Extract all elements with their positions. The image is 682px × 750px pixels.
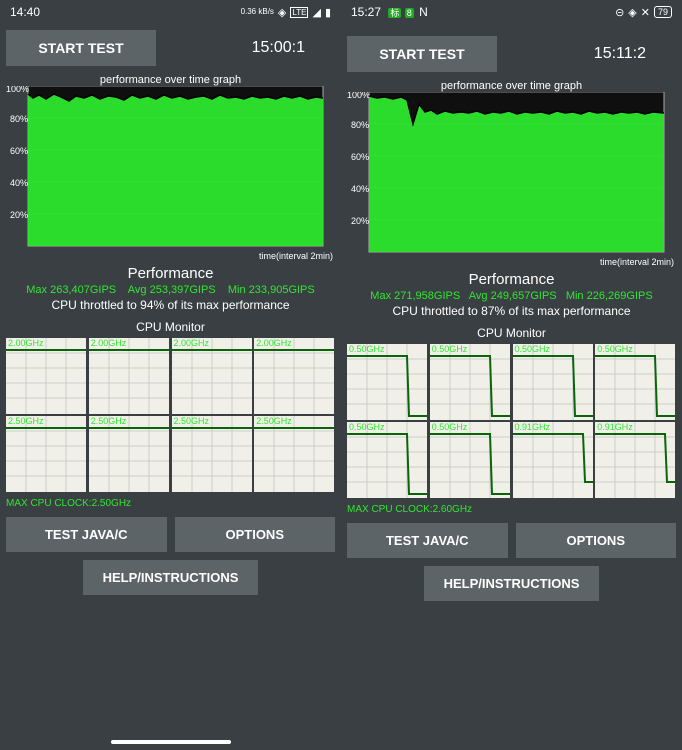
cpu-cell-3: 0.50GHz (595, 344, 676, 420)
n-icon: N (419, 5, 428, 19)
statusbar: 14:40 0.36 kB/s ◈ LTE ◢ ▮ (0, 0, 341, 24)
x-axis-label: time(interval 2min) (600, 257, 674, 267)
cpu-cell-2: 0.50GHz (513, 344, 594, 420)
phone-right: 15:27 标 8 N ⊝ ◈ ✕ 79 START TEST 15:11:2 … (341, 0, 682, 750)
test-javac-button[interactable]: TEST JAVA/C (347, 523, 508, 558)
svg-text:100%: 100% (6, 86, 29, 94)
svg-text:100%: 100% (347, 92, 370, 100)
max-cpu-clock: MAX CPU CLOCK:2.50GHz (6, 498, 335, 509)
performance-values: Max 271,958GIPS Avg 249,657GIPS Min 226,… (341, 290, 682, 302)
svg-text:40%: 40% (10, 178, 28, 188)
app-indicator-icon: 8 (405, 8, 414, 18)
app-indicator-icon: 标 (388, 8, 401, 18)
cpu-monitor-grid: 2.00GHz 2.00GHz 2.00GHz 2.00GHz 2.50GHz … (6, 338, 335, 492)
svg-text:60%: 60% (10, 146, 28, 156)
cpu-cell-2: 2.00GHz (172, 338, 253, 414)
performance-values: Max 263,407GIPS Avg 253,397GIPS Min 233,… (0, 284, 341, 296)
cpu-cell-7: 0.91GHz (595, 422, 676, 498)
wifi-icon: ◈ (628, 6, 636, 19)
x-axis-label: time(interval 2min) (259, 251, 333, 261)
help-button[interactable]: HELP/INSTRUCTIONS (424, 566, 600, 601)
options-button[interactable]: OPTIONS (516, 523, 677, 558)
test-javac-button[interactable]: TEST JAVA/C (6, 517, 167, 552)
svg-text:40%: 40% (351, 184, 369, 194)
mute-icon: ✕ (641, 6, 650, 19)
home-indicator[interactable] (111, 740, 231, 744)
cpu-cell-3: 2.00GHz (254, 338, 335, 414)
cpu-cell-0: 2.00GHz (6, 338, 87, 414)
throttle-text: CPU throttled to 94% of its max performa… (0, 298, 341, 312)
statusbar-indicators: 0.36 kB/s ◈ LTE ◢ ▮ (241, 6, 331, 19)
statusbar-time: 15:27 标 8 N (351, 5, 428, 19)
svg-text:80%: 80% (10, 114, 28, 124)
svg-text:80%: 80% (351, 120, 369, 130)
svg-text:60%: 60% (351, 152, 369, 162)
throttle-text: CPU throttled to 87% of its max performa… (341, 304, 682, 318)
dnd-icon: ⊝ (615, 6, 624, 19)
cpu-cell-6: 0.91GHz (513, 422, 594, 498)
cpu-cell-5: 0.50GHz (430, 422, 511, 498)
options-button[interactable]: OPTIONS (175, 517, 336, 552)
timer-display: 15:11:2 (594, 45, 646, 63)
performance-chart: 100% 80% 60% 40% 20% time(interval 2min) (347, 92, 676, 267)
cpu-cell-4: 2.50GHz (6, 416, 87, 492)
cpu-monitor-heading: CPU Monitor (341, 326, 682, 340)
performance-chart: 100% 80% 60% 40% 20% time(interval 2min) (6, 86, 335, 261)
performance-heading: Performance (341, 271, 682, 288)
signal-icon: ◢ (312, 6, 320, 19)
battery-icon: ▮ (325, 6, 331, 19)
max-cpu-clock: MAX CPU CLOCK:2.60GHz (347, 504, 676, 515)
statusbar: 15:27 标 8 N ⊝ ◈ ✕ 79 (341, 0, 682, 24)
svg-text:20%: 20% (351, 216, 369, 226)
timer-display: 15:00:1 (252, 39, 305, 57)
phone-left: 14:40 0.36 kB/s ◈ LTE ◢ ▮ START TEST 15:… (0, 0, 341, 750)
cpu-cell-0: 0.50GHz (347, 344, 428, 420)
performance-chart-title: performance over time graph (0, 74, 341, 86)
cpu-cell-5: 2.50GHz (89, 416, 170, 492)
wifi-icon: ◈ (278, 6, 286, 19)
help-button[interactable]: HELP/INSTRUCTIONS (83, 560, 259, 595)
start-test-button[interactable]: START TEST (6, 30, 156, 66)
statusbar-time: 14:40 (10, 5, 40, 19)
cpu-cell-1: 0.50GHz (430, 344, 511, 420)
lte-icon: LTE (290, 7, 308, 18)
cpu-monitor-grid: 0.50GHz 0.50GHz 0.50GHz 0.50GHz 0.50GHz … (347, 344, 676, 498)
cpu-monitor-heading: CPU Monitor (0, 320, 341, 334)
battery-icon: 79 (654, 6, 672, 18)
cpu-cell-7: 2.50GHz (254, 416, 335, 492)
performance-chart-title: performance over time graph (341, 80, 682, 92)
statusbar-indicators: ⊝ ◈ ✕ 79 (615, 6, 672, 19)
svg-text:20%: 20% (10, 210, 28, 220)
start-test-button[interactable]: START TEST (347, 36, 497, 72)
cpu-cell-1: 2.00GHz (89, 338, 170, 414)
data-rate: 0.36 kB/s (241, 8, 274, 16)
performance-heading: Performance (0, 265, 341, 282)
cpu-cell-4: 0.50GHz (347, 422, 428, 498)
cpu-cell-6: 2.50GHz (172, 416, 253, 492)
